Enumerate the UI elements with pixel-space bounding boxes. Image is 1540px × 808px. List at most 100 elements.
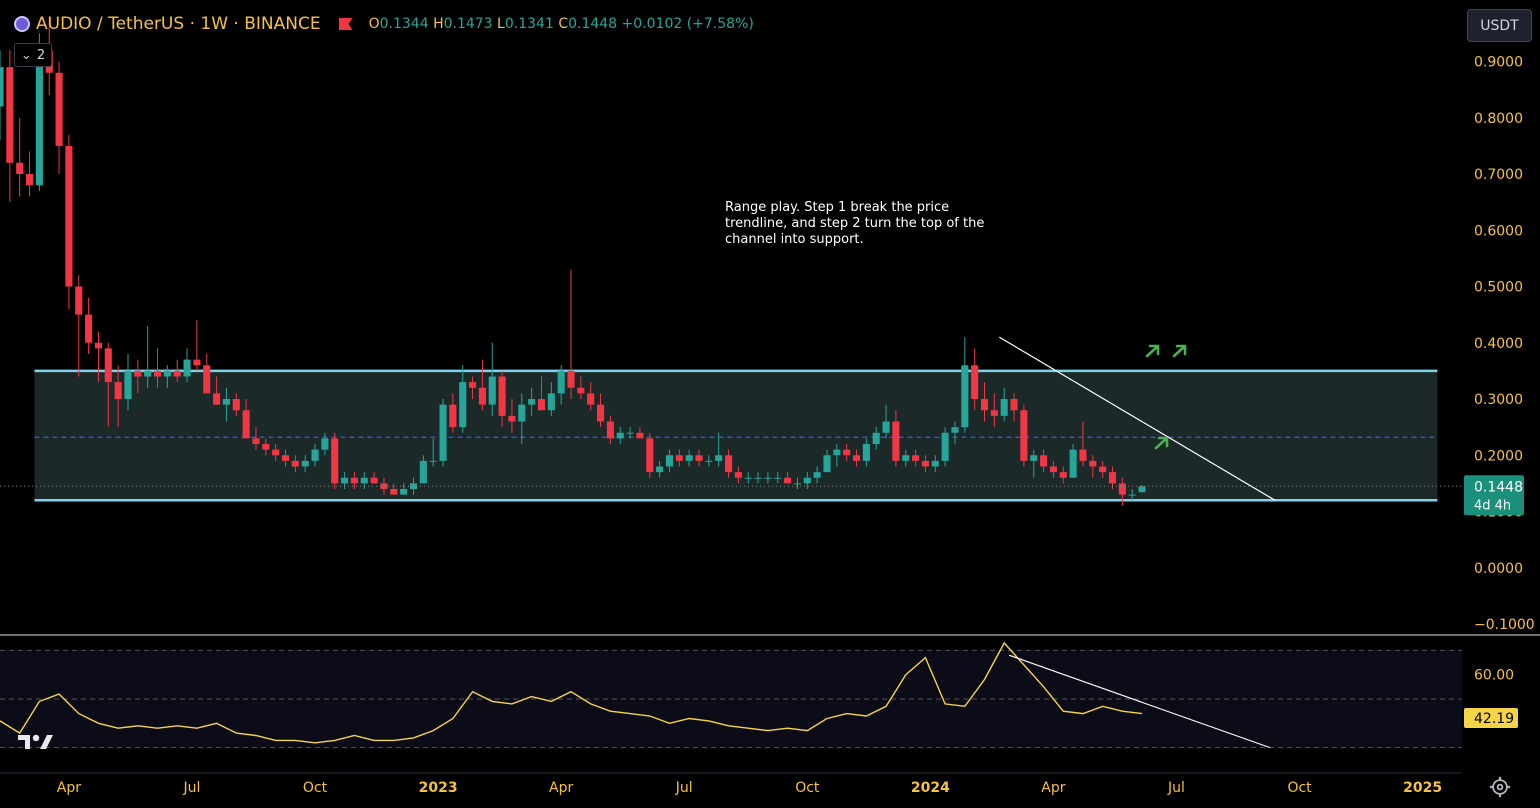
candle-body[interactable] xyxy=(104,348,112,383)
candle-body[interactable] xyxy=(498,376,506,416)
candle-body[interactable] xyxy=(65,145,73,287)
flag-icon[interactable] xyxy=(338,18,353,30)
candle-body[interactable] xyxy=(961,365,969,428)
candle-body[interactable] xyxy=(616,432,624,439)
candle-body[interactable] xyxy=(183,359,191,377)
candle-body[interactable] xyxy=(272,449,280,456)
candle-body[interactable] xyxy=(124,370,132,399)
candle-body[interactable] xyxy=(764,477,772,479)
candle-body[interactable] xyxy=(744,477,752,479)
candle-body[interactable] xyxy=(902,455,910,461)
candle-body[interactable] xyxy=(1020,410,1028,461)
candle-body[interactable] xyxy=(990,410,998,416)
candle-body[interactable] xyxy=(232,399,240,411)
candle-body[interactable] xyxy=(75,286,83,315)
up-arrow-icon[interactable] xyxy=(1172,344,1187,358)
candle[interactable] xyxy=(85,297,93,354)
candle-body[interactable] xyxy=(429,460,437,462)
candle-body[interactable] xyxy=(380,483,388,489)
candle-body[interactable] xyxy=(636,432,644,439)
candle-body[interactable] xyxy=(213,393,221,405)
candle-body[interactable] xyxy=(301,460,309,467)
candle-body[interactable] xyxy=(1040,455,1048,467)
candle-body[interactable] xyxy=(734,472,742,478)
candle-body[interactable] xyxy=(163,370,171,377)
candle-body[interactable] xyxy=(646,438,654,473)
candle[interactable] xyxy=(6,50,14,203)
candle-body[interactable] xyxy=(6,67,14,163)
candle-body[interactable] xyxy=(341,477,349,484)
candle-body[interactable] xyxy=(153,370,162,377)
candle[interactable] xyxy=(25,151,34,197)
candle-body[interactable] xyxy=(537,399,546,411)
candle-body[interactable] xyxy=(980,399,989,411)
candle[interactable] xyxy=(567,269,575,399)
rsi-pane[interactable] xyxy=(0,641,1462,749)
candle-body[interactable] xyxy=(173,370,181,377)
candle-body[interactable] xyxy=(665,455,674,467)
candle-body[interactable] xyxy=(754,477,762,479)
candle-body[interactable] xyxy=(547,393,555,411)
candle-body[interactable] xyxy=(685,455,693,461)
candle-body[interactable] xyxy=(1089,460,1097,467)
candle-body[interactable] xyxy=(557,370,565,394)
candle-body[interactable] xyxy=(715,455,723,461)
candle[interactable] xyxy=(439,399,447,467)
candle-body[interactable] xyxy=(350,477,358,484)
candle-body[interactable] xyxy=(55,72,63,146)
candle-body[interactable] xyxy=(705,460,713,462)
candle-body[interactable] xyxy=(803,477,811,484)
candle[interactable] xyxy=(646,432,654,478)
candle-body[interactable] xyxy=(528,399,536,405)
candle-body[interactable] xyxy=(892,421,900,461)
candle-body[interactable] xyxy=(144,370,152,377)
candle-body[interactable] xyxy=(321,438,329,450)
candle-body[interactable] xyxy=(813,472,821,478)
candle-body[interactable] xyxy=(1069,449,1077,478)
candle-body[interactable] xyxy=(281,455,290,461)
candle-body[interactable] xyxy=(872,432,880,444)
candle-body[interactable] xyxy=(1079,449,1087,461)
candle-body[interactable] xyxy=(478,387,486,405)
candle-body[interactable] xyxy=(400,489,408,495)
candle-body[interactable] xyxy=(843,449,851,456)
candle-body[interactable] xyxy=(242,410,250,439)
candle-body[interactable] xyxy=(390,489,398,495)
candle[interactable] xyxy=(16,117,24,197)
candle-body[interactable] xyxy=(606,421,614,439)
candle-body[interactable] xyxy=(85,314,93,343)
candle-body[interactable] xyxy=(94,342,102,349)
candle-body[interactable] xyxy=(459,382,467,428)
candle-body[interactable] xyxy=(1118,483,1126,495)
currency-button[interactable]: USDT xyxy=(1467,9,1532,42)
candle-body[interactable] xyxy=(626,432,634,434)
candle-body[interactable] xyxy=(577,387,585,394)
candle-body[interactable] xyxy=(508,415,516,422)
candle-body[interactable] xyxy=(409,483,418,489)
candle-body[interactable] xyxy=(488,376,496,405)
candle-body[interactable] xyxy=(695,455,703,461)
candle-body[interactable] xyxy=(675,455,683,461)
candle[interactable] xyxy=(331,432,339,489)
candle-body[interactable] xyxy=(1138,486,1146,493)
candle-body[interactable] xyxy=(262,444,270,450)
symbol-title[interactable]: AUDIO / TetherUS · 1W · BINANCE xyxy=(36,14,321,34)
candle[interactable] xyxy=(941,427,949,467)
candle-body[interactable] xyxy=(469,382,477,388)
candle-body[interactable] xyxy=(439,404,447,461)
candle-body[interactable] xyxy=(931,460,939,467)
candle-body[interactable] xyxy=(449,404,457,428)
candle-body[interactable] xyxy=(134,370,142,377)
candle-body[interactable] xyxy=(793,483,801,485)
candle-body[interactable] xyxy=(360,477,368,484)
candle[interactable] xyxy=(961,337,969,433)
candle-body[interactable] xyxy=(419,460,427,484)
candle-body[interactable] xyxy=(222,399,230,405)
collapse-indicators-button[interactable]: ⌄ 2 xyxy=(14,43,52,67)
candle-body[interactable] xyxy=(1049,466,1057,473)
candle-body[interactable] xyxy=(25,174,34,186)
up-arrow-icon[interactable] xyxy=(1145,344,1160,358)
candle-body[interactable] xyxy=(252,438,260,444)
candle-body[interactable] xyxy=(862,444,870,461)
candle-body[interactable] xyxy=(331,438,339,484)
